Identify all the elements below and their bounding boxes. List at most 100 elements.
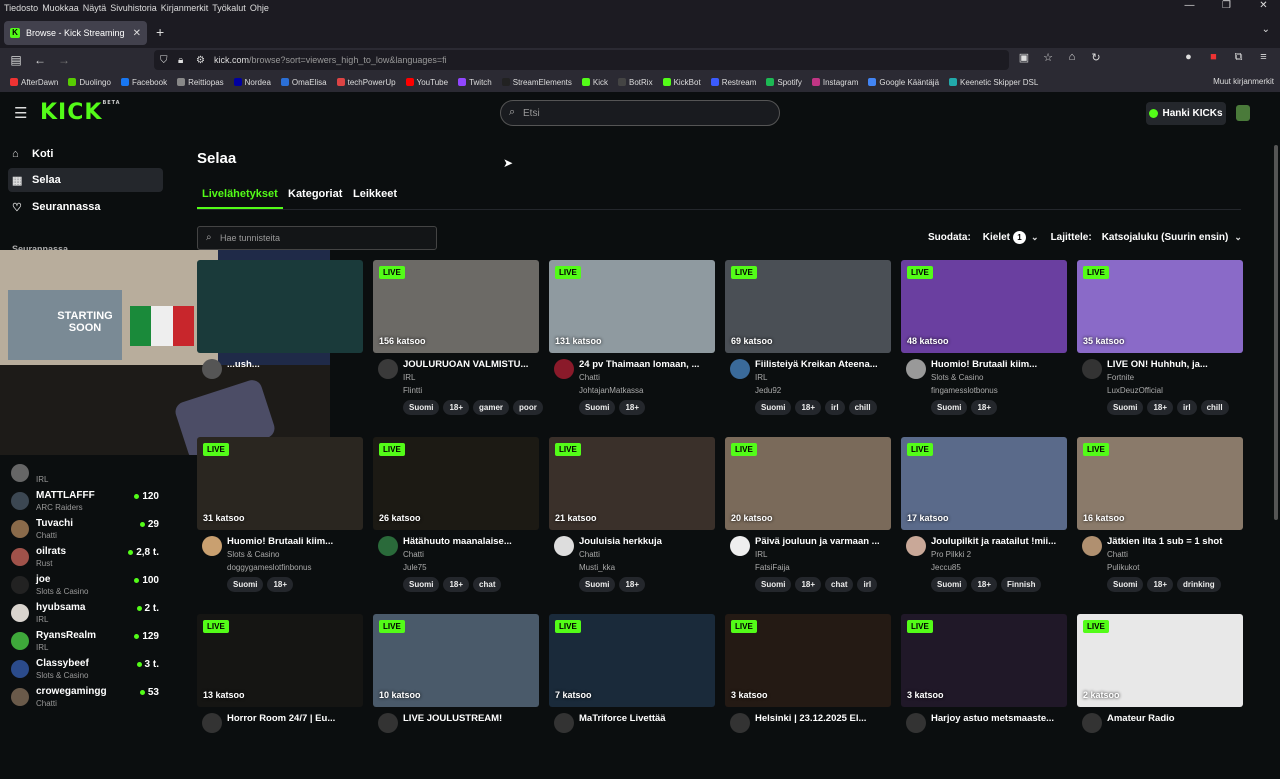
- streamer-name[interactable]: Jule75: [403, 563, 427, 572]
- menu-bookmarks[interactable]: Kirjanmerkit: [161, 3, 209, 13]
- stream-tag[interactable]: irl: [825, 400, 845, 415]
- shield-icon[interactable]: ⛉: [160, 55, 168, 66]
- menu-file[interactable]: Tiedosto: [4, 3, 38, 13]
- stream-tag[interactable]: Suomi: [1107, 400, 1144, 415]
- avatar[interactable]: [906, 359, 926, 379]
- stream-thumbnail[interactable]: LIVE 16 katsoo: [1077, 437, 1243, 530]
- tag-search-input[interactable]: ⌕ Hae tunnisteita: [197, 226, 437, 250]
- following-channel[interactable]: hyubsama IRL 2 t.: [10, 602, 162, 630]
- bookmark-item[interactable]: Google Kääntäjä: [868, 78, 939, 87]
- stream-tag[interactable]: Suomi: [755, 577, 792, 592]
- stream-tag[interactable]: Suomi: [931, 400, 968, 415]
- avatar[interactable]: [554, 536, 574, 556]
- forward-icon[interactable]: →: [52, 53, 76, 67]
- bookmark-item[interactable]: OmaElisa: [280, 78, 327, 87]
- streamer-name[interactable]: Flintti: [403, 386, 422, 395]
- stream-title[interactable]: LIVE JOULUSTREAM!: [403, 713, 539, 724]
- stream-thumbnail[interactable]: LIVE 48 katsoo: [901, 260, 1067, 353]
- menu-icon[interactable]: ≡: [1251, 51, 1276, 64]
- stream-card[interactable]: LIVE 31 katsoo Huomio! Brutaali kiim... Slo…: [197, 437, 363, 602]
- bookmark-item[interactable]: techPowerUp: [336, 78, 396, 87]
- bookmark-item[interactable]: AfterDawn: [10, 78, 58, 87]
- stream-thumbnail[interactable]: LIVE 2 katsoo: [1077, 614, 1243, 707]
- stream-category[interactable]: Pro Pilkki 2: [931, 550, 971, 559]
- stream-thumbnail[interactable]: LIVE 21 katsoo: [549, 437, 715, 530]
- bookmark-item[interactable]: Restream: [710, 78, 756, 87]
- stream-tag[interactable]: 18+: [971, 577, 998, 592]
- stream-tag[interactable]: Suomi: [227, 577, 264, 592]
- avatar[interactable]: [1082, 359, 1102, 379]
- tab-categories[interactable]: Kategoriat: [288, 188, 342, 200]
- avatar[interactable]: [730, 359, 750, 379]
- page-scrollbar[interactable]: [1273, 135, 1279, 720]
- stream-card[interactable]: LIVE 7 katsoo MaTriforce Livettää: [549, 614, 715, 779]
- stream-title[interactable]: Amateur Radio: [1107, 713, 1243, 724]
- sidebar-item-home[interactable]: ⌂ Koti: [8, 142, 163, 166]
- languages-dropdown[interactable]: Kielet 1 ⌄: [983, 231, 1039, 244]
- stream-tag[interactable]: Finnish: [1001, 577, 1042, 592]
- stream-title[interactable]: Horror Room 24/7 | Eu...: [227, 713, 363, 724]
- bookmark-item[interactable]: Duolingo: [68, 78, 111, 87]
- tab-livestreams[interactable]: Livelähetykset: [197, 188, 283, 209]
- streamer-name[interactable]: Jeccu85: [931, 563, 961, 572]
- streamer-name[interactable]: doggygameslotfinbonus: [227, 563, 312, 572]
- menu-history[interactable]: Sivuhistoria: [110, 3, 157, 13]
- stream-thumbnail[interactable]: [197, 260, 363, 353]
- stream-card[interactable]: LIVE 3 katsoo Harjoy astuo metsmaaste...: [901, 614, 1067, 779]
- following-channel[interactable]: Tuvachi Chatti 29: [10, 518, 162, 546]
- avatar[interactable]: [378, 713, 398, 733]
- following-channel[interactable]: RyansRealm IRL 129: [10, 630, 162, 658]
- reader-view-icon[interactable]: ▣: [1012, 51, 1036, 64]
- streamer-name[interactable]: FatsiFaija: [755, 563, 790, 572]
- stream-tag[interactable]: Suomi: [1107, 577, 1144, 592]
- avatar[interactable]: [554, 713, 574, 733]
- streamer-name[interactable]: JohtajanMatkassa: [579, 386, 643, 395]
- close-window-icon[interactable]: ✕: [1247, 0, 1280, 16]
- stream-tag[interactable]: 18+: [619, 577, 646, 592]
- stream-thumbnail[interactable]: LIVE 31 katsoo: [197, 437, 363, 530]
- stream-tag[interactable]: 18+: [443, 400, 470, 415]
- stream-category[interactable]: Chatti: [1107, 550, 1128, 559]
- stream-tag[interactable]: Suomi: [931, 577, 968, 592]
- stream-tag[interactable]: Suomi: [579, 577, 616, 592]
- sidebar-toggle-icon[interactable]: ▤: [4, 53, 28, 67]
- bookmark-item[interactable]: Instagram: [811, 78, 858, 87]
- stream-tag[interactable]: drinking: [1177, 577, 1221, 592]
- stream-card[interactable]: LIVE 48 katsoo Huomio! Brutaali kiim... Slo…: [901, 260, 1067, 425]
- stream-thumbnail[interactable]: LIVE 69 katsoo: [725, 260, 891, 353]
- reload-icon[interactable]: ↻: [1084, 51, 1108, 64]
- lock-icon[interactable]: 🔒︎: [178, 55, 183, 66]
- menu-help[interactable]: Ohje: [250, 3, 269, 13]
- search-input[interactable]: ⌕ Etsi: [500, 100, 780, 126]
- streamer-name[interactable]: Pulikukot: [1107, 563, 1139, 572]
- hamburger-menu-icon[interactable]: ☰: [14, 104, 27, 122]
- avatar[interactable]: [906, 536, 926, 556]
- avatar[interactable]: [906, 713, 926, 733]
- stream-tag[interactable]: 18+: [443, 577, 470, 592]
- bookmark-item[interactable]: Facebook: [120, 78, 167, 87]
- url-bar[interactable]: ⛉ 🔒︎ ⚙ kick.com/browse?sort=viewers_high…: [154, 50, 1009, 70]
- get-kicks-button[interactable]: Hanki KICKs: [1146, 102, 1226, 125]
- stream-title[interactable]: Päivä jouluun ja varmaan ...: [755, 536, 891, 547]
- avatar[interactable]: [202, 713, 222, 733]
- following-channel[interactable]: IRL: [10, 462, 162, 490]
- stream-card[interactable]: LIVE 10 katsoo LIVE JOULUSTREAM!: [373, 614, 539, 779]
- stream-title[interactable]: Fiilisteiyä Kreikan Ateena...: [755, 359, 891, 370]
- stream-thumbnail[interactable]: LIVE 131 katsoo: [549, 260, 715, 353]
- stream-tag[interactable]: chat: [473, 577, 502, 592]
- extensions-icon[interactable]: ⧉: [1226, 51, 1251, 64]
- stream-card[interactable]: LIVE 26 katsoo Hätähuuto maanalaise... Chat…: [373, 437, 539, 602]
- tab-clips[interactable]: Leikkeet: [353, 188, 397, 200]
- sidebar-item-following[interactable]: ♡ Seurannassa: [8, 195, 163, 219]
- stream-tag[interactable]: chill: [848, 400, 877, 415]
- home-icon[interactable]: ⌂: [1060, 51, 1084, 64]
- bookmark-item[interactable]: Reittiopas: [177, 78, 224, 87]
- stream-category[interactable]: Chatti: [403, 550, 424, 559]
- stream-card[interactable]: LIVE 16 katsoo Jätkien ilta 1 sub = 1 shot…: [1077, 437, 1243, 602]
- stream-tag[interactable]: irl: [857, 577, 878, 592]
- streamer-name[interactable]: Jedu92: [755, 386, 781, 395]
- stream-card[interactable]: ...ush...: [197, 260, 363, 425]
- sort-dropdown[interactable]: Katsojaluku (Suurin ensin) ⌄: [1102, 232, 1242, 243]
- avatar[interactable]: [378, 536, 398, 556]
- stream-title[interactable]: Hätähuuto maanalaise...: [403, 536, 539, 547]
